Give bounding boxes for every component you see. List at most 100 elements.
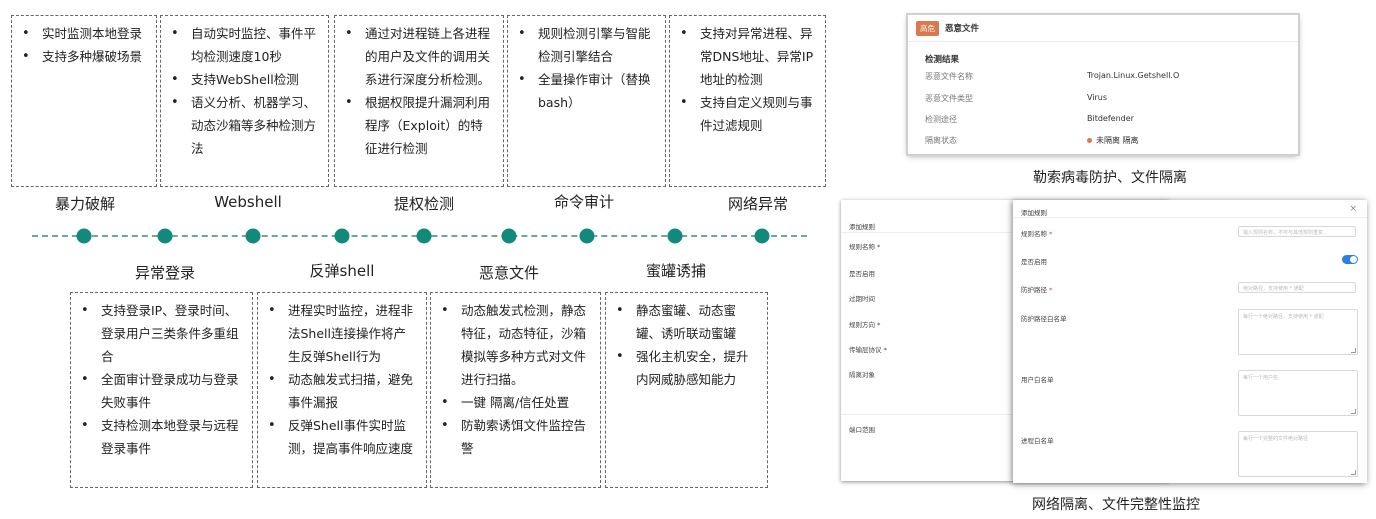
protect-path-input[interactable]: 绝对路径，支持使用 * 通配 — [1238, 282, 1356, 293]
feature-item: 通过对进程链上各进程的用户及文件的调用关系进行深度分析检测。 — [343, 22, 493, 91]
feature-item: 支持登录IP、登录时间、登录用户三类条件多重组合 — [79, 299, 242, 368]
timeline-label-malicious-file: 恶意文件 — [478, 264, 540, 282]
field-label: 传输层协议 * — [849, 346, 887, 354]
panel-title: 恶意文件 — [945, 24, 980, 34]
timeline-label-brute-force: 暴力破解 — [54, 195, 116, 213]
feature-item: 强化主机安全，提升内网威胁感知能力 — [614, 345, 757, 391]
detail-label: 恶意文件类型 — [925, 94, 973, 103]
quarantine-status-text[interactable]: 未隔离 隔离 — [1096, 136, 1139, 145]
field-label: 端口范围 — [849, 426, 875, 434]
feature-box-honeypot: 静态蜜罐、动态蜜罐、诱听联动蜜罐 强化主机安全，提升内网威胁感知能力 — [605, 292, 768, 488]
timeline-node — [76, 228, 92, 244]
feature-item: 实时监测本地登录 — [20, 22, 146, 45]
quarantine-status: 未隔离 隔离 — [1087, 135, 1139, 146]
detail-row: 恶意文件类型 Virus — [925, 93, 1285, 104]
feature-item: 支持检测本地登录与远程登录事件 — [79, 414, 242, 460]
rule-name-input[interactable]: 输入规则名称，不可与其他规则重复... — [1238, 226, 1356, 237]
timeline-label-webshell: Webshell — [214, 193, 282, 211]
feature-box-privilege-escalation: 通过对进程链上各进程的用户及文件的调用关系进行深度分析检测。 根据权限提升漏洞利… — [334, 15, 504, 187]
feature-item: 一键 隔离/信任处置 — [439, 391, 590, 414]
feature-item: 进程实时监控，进程非法Shell连接操作将产生反弹Shell行为 — [266, 299, 416, 368]
enabled-toggle[interactable] — [1342, 255, 1358, 264]
user-whitelist-textarea[interactable]: 每行一个用户名 — [1238, 370, 1358, 416]
field-label-text: 规则名称 — [1021, 230, 1047, 238]
divider — [841, 232, 1013, 233]
field-label: 是否启用 — [849, 270, 875, 278]
required-mark: * — [1049, 230, 1053, 238]
field-label-text: 防护路径 — [1021, 286, 1047, 294]
feature-item: 静态蜜罐、动态蜜罐、诱听联动蜜罐 — [614, 299, 757, 345]
feature-item: 动态触发式扫描，避免事件漏报 — [266, 368, 416, 414]
feature-item: 动态触发式检测，静态特征，动态特征，沙箱模拟等多种方式对文件进行扫描。 — [439, 299, 590, 391]
feature-item: 支持对异常进程、异常DNS地址、异常IP地址的检测 — [678, 22, 815, 91]
field-label-user-whitelist: 用户白名单 — [1021, 376, 1054, 384]
add-rule-dialog-file: 添加规则 × 规则名称 * 输入规则名称，不可与其他规则重复... 是否启用 防… — [1013, 200, 1367, 483]
feature-item: 支持WebShell检测 — [169, 68, 318, 91]
detail-label: 检测途径 — [925, 115, 957, 124]
detail-value: Bitdefender — [1087, 114, 1134, 123]
field-label-process-whitelist: 进程白名单 — [1021, 437, 1054, 445]
divider — [841, 414, 1013, 415]
detail-value: Trojan.Linux.Getshell.O — [1087, 71, 1180, 80]
field-label: 规则方向 * — [849, 321, 881, 329]
feature-item: 支持自定义规则与事件过滤规则 — [678, 91, 815, 137]
field-label: 隔离对象 — [849, 371, 875, 379]
malware-detail-panel: 高危 恶意文件 检测结果 恶意文件名称 Trojan.Linux.Getshel… — [908, 15, 1298, 154]
feature-box-brute-force: 实时监测本地登录 支持多种爆破场景 — [11, 15, 157, 187]
field-label-enabled: 是否启用 — [1021, 258, 1047, 266]
feature-box-network-anomaly: 支持对异常进程、异常DNS地址、异常IP地址的检测 支持自定义规则与事件过滤规则 — [669, 15, 826, 187]
divider — [1013, 217, 1367, 218]
dialog-title: 添加规则 — [1021, 209, 1047, 217]
caption-network-isolation: 网络隔离、文件完整性监控 — [1032, 497, 1200, 513]
timeline-node — [501, 228, 517, 244]
close-icon[interactable]: × — [1349, 204, 1357, 214]
timeline-label-abnormal-login: 异常登录 — [134, 264, 196, 282]
section-title: 检测结果 — [925, 55, 960, 65]
timeline-node — [245, 228, 261, 244]
feature-item: 反弹Shell事件实时监测，提高事件响应速度 — [266, 414, 416, 460]
detail-label: 恶意文件名称 — [925, 72, 973, 81]
timeline-label-reverse-shell: 反弹shell — [309, 262, 375, 280]
feature-item: 防勒索诱饵文件监控告警 — [439, 414, 590, 460]
timeline-label-network-anomaly: 网络异常 — [727, 195, 789, 213]
feature-item: 自动实时监控、事件平均检测速度10秒 — [169, 22, 318, 68]
feature-item: 规则检测引擎与智能检测引擎结合 — [516, 22, 655, 68]
detail-value: Virus — [1087, 93, 1108, 102]
timeline-node — [416, 228, 432, 244]
process-whitelist-textarea[interactable]: 每行一个完整的文件绝对路径 — [1238, 431, 1358, 477]
field-label: 过期时间 — [849, 295, 875, 303]
field-label: 规则名称 * — [849, 243, 881, 251]
feature-box-malicious-file: 动态触发式检测，静态特征，动态特征，沙箱模拟等多种方式对文件进行扫描。 一键 隔… — [430, 292, 601, 488]
status-dot-icon — [1087, 138, 1092, 143]
severity-badge: 高危 — [916, 20, 939, 36]
timeline-node — [157, 228, 173, 244]
timeline-label-command-audit: 命令审计 — [553, 193, 615, 211]
feature-item: 全量操作审计（替换bash） — [516, 68, 655, 114]
timeline-node — [754, 228, 770, 244]
feature-box-webshell: 自动实时监控、事件平均检测速度10秒 支持WebShell检测 语义分析、机器学… — [160, 15, 329, 187]
field-label-rule-name: 规则名称 * — [1021, 228, 1052, 238]
feature-box-abnormal-login: 支持登录IP、登录时间、登录用户三类条件多重组合 全面审计登录成功与登录失败事件… — [70, 292, 253, 488]
feature-item: 全面审计登录成功与登录失败事件 — [79, 368, 242, 414]
field-label-path-whitelist: 防护路径白名单 — [1021, 315, 1067, 323]
feature-box-reverse-shell: 进程实时监控，进程非法Shell连接操作将产生反弹Shell行为 动态触发式扫描… — [257, 292, 427, 488]
feature-item: 支持多种爆破场景 — [20, 45, 146, 68]
timeline-node — [334, 228, 350, 244]
panel-header: 高危 恶意文件 — [908, 15, 1298, 42]
feature-item: 语义分析、机器学习、动态沙箱等多种检测方法 — [169, 91, 318, 160]
dialog-title: 添加规则 — [849, 223, 875, 231]
detail-row: 隔离状态 未隔离 隔离 — [925, 135, 1285, 146]
detail-label: 隔离状态 — [925, 136, 957, 145]
detail-row: 恶意文件名称 Trojan.Linux.Getshell.O — [925, 71, 1285, 82]
timeline-label-honeypot: 蜜罐诱捕 — [645, 262, 707, 280]
timeline-node — [667, 228, 683, 244]
feature-item: 根据权限提升漏洞利用程序（Exploit）的特征进行检测 — [343, 91, 493, 160]
detail-row: 检测途径 Bitdefender — [925, 114, 1285, 125]
caption-ransomware: 勒索病毒防护、文件隔离 — [1033, 170, 1187, 186]
timeline-node — [579, 228, 595, 244]
required-mark: * — [1049, 286, 1053, 294]
feature-box-command-audit: 规则检测引擎与智能检测引擎结合 全量操作审计（替换bash） — [507, 15, 666, 187]
path-whitelist-textarea[interactable]: 每行一个绝对路径，支持使用 * 通配 — [1238, 309, 1358, 355]
field-label-protect-path: 防护路径 * — [1021, 284, 1052, 294]
timeline-label-privilege-escalation: 提权检测 — [393, 195, 455, 213]
